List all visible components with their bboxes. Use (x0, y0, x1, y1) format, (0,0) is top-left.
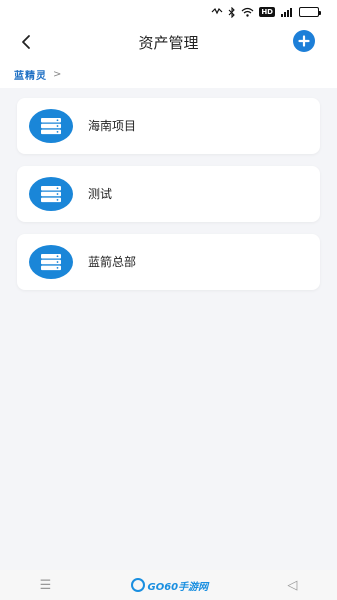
signal-icon (280, 6, 294, 18)
system-nav-bar: ☰ GO60手游网 ◁ (0, 570, 337, 600)
plus-icon (298, 35, 310, 47)
list-item[interactable]: 测试 (17, 166, 320, 222)
wifi-icon (241, 6, 254, 18)
bluetooth-icon (228, 6, 236, 18)
breadcrumb-separator: > (53, 68, 62, 80)
app-screen: HD 资产管理 蓝精灵 > 海南项目 测试 蓝箭总部 ☰ GO60手游网 ◁ (0, 0, 337, 600)
asset-list: 海南项目 测试 蓝箭总部 (17, 98, 320, 302)
list-item-label: 海南项目 (88, 119, 137, 133)
nfc-icon (211, 6, 223, 18)
watermark-logo (130, 578, 145, 592)
breadcrumb-root[interactable]: 蓝精灵 (14, 67, 47, 82)
page-title: 资产管理 (138, 34, 199, 52)
list-item-label: 蓝箭总部 (88, 255, 137, 269)
add-button[interactable] (293, 30, 315, 52)
list-item[interactable]: 蓝箭总部 (17, 234, 320, 290)
server-stack-icon (29, 245, 73, 279)
battery-icon (299, 6, 321, 18)
status-icons: HD (211, 5, 321, 19)
server-stack-icon (29, 109, 73, 143)
server-stack-icon (29, 177, 73, 211)
list-item-label: 测试 (88, 187, 113, 201)
app-header: 资产管理 (0, 24, 337, 60)
watermark: GO60手游网 (130, 578, 209, 593)
watermark-text: GO60手游网 (147, 581, 209, 593)
status-bar: HD (0, 0, 337, 24)
list-item[interactable]: 海南项目 (17, 98, 320, 154)
menu-icon[interactable]: ☰ (40, 578, 52, 593)
back-nav-icon[interactable]: ◁ (287, 578, 297, 593)
breadcrumb: 蓝精灵 > (0, 60, 337, 88)
hd-badge: HD (259, 7, 275, 17)
